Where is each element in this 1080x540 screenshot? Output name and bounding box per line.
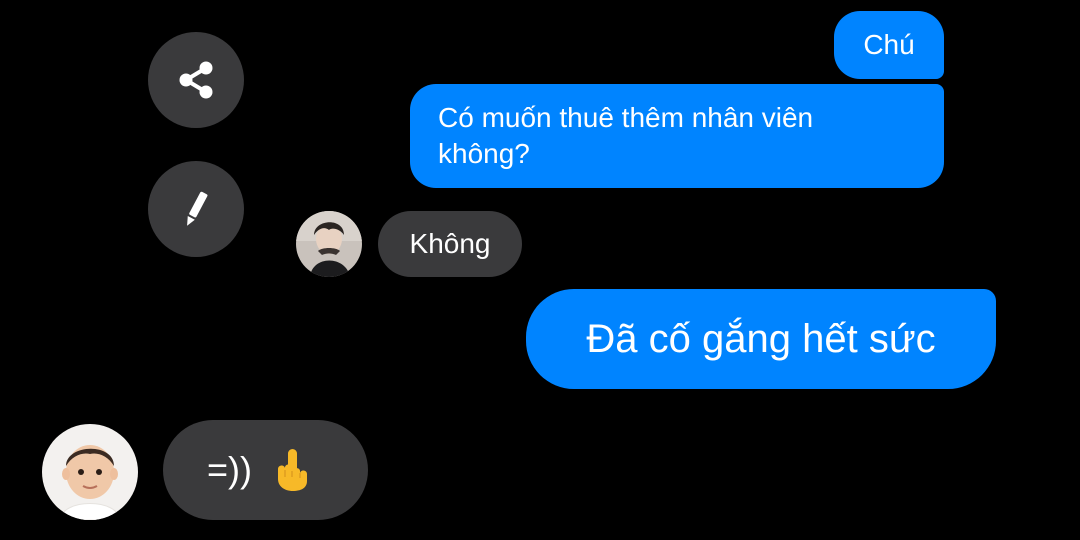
edit-button[interactable] — [148, 161, 244, 257]
middle-finger-emoji-icon — [274, 447, 310, 493]
message-text: Không — [409, 228, 491, 259]
message-text: Chú — [863, 29, 915, 60]
share-icon — [172, 56, 220, 104]
share-button[interactable] — [148, 32, 244, 128]
message-bubble-sent[interactable]: Chú — [834, 11, 944, 79]
message-text: =)) — [207, 449, 252, 490]
message-text: Đã cố gắng hết sức — [586, 316, 936, 361]
message-text: Có muốn thuê thêm nhân viên không? — [438, 102, 814, 169]
message-bubble-received[interactable]: =)) — [163, 420, 368, 520]
pencil-icon — [172, 185, 220, 233]
sender-avatar[interactable] — [42, 424, 138, 520]
message-bubble-received[interactable]: Không — [378, 211, 522, 277]
message-bubble-sent[interactable]: Có muốn thuê thêm nhân viên không? — [410, 84, 944, 188]
message-bubble-sent[interactable]: Đã cố gắng hết sức — [526, 289, 996, 389]
contact-avatar[interactable] — [296, 211, 362, 277]
